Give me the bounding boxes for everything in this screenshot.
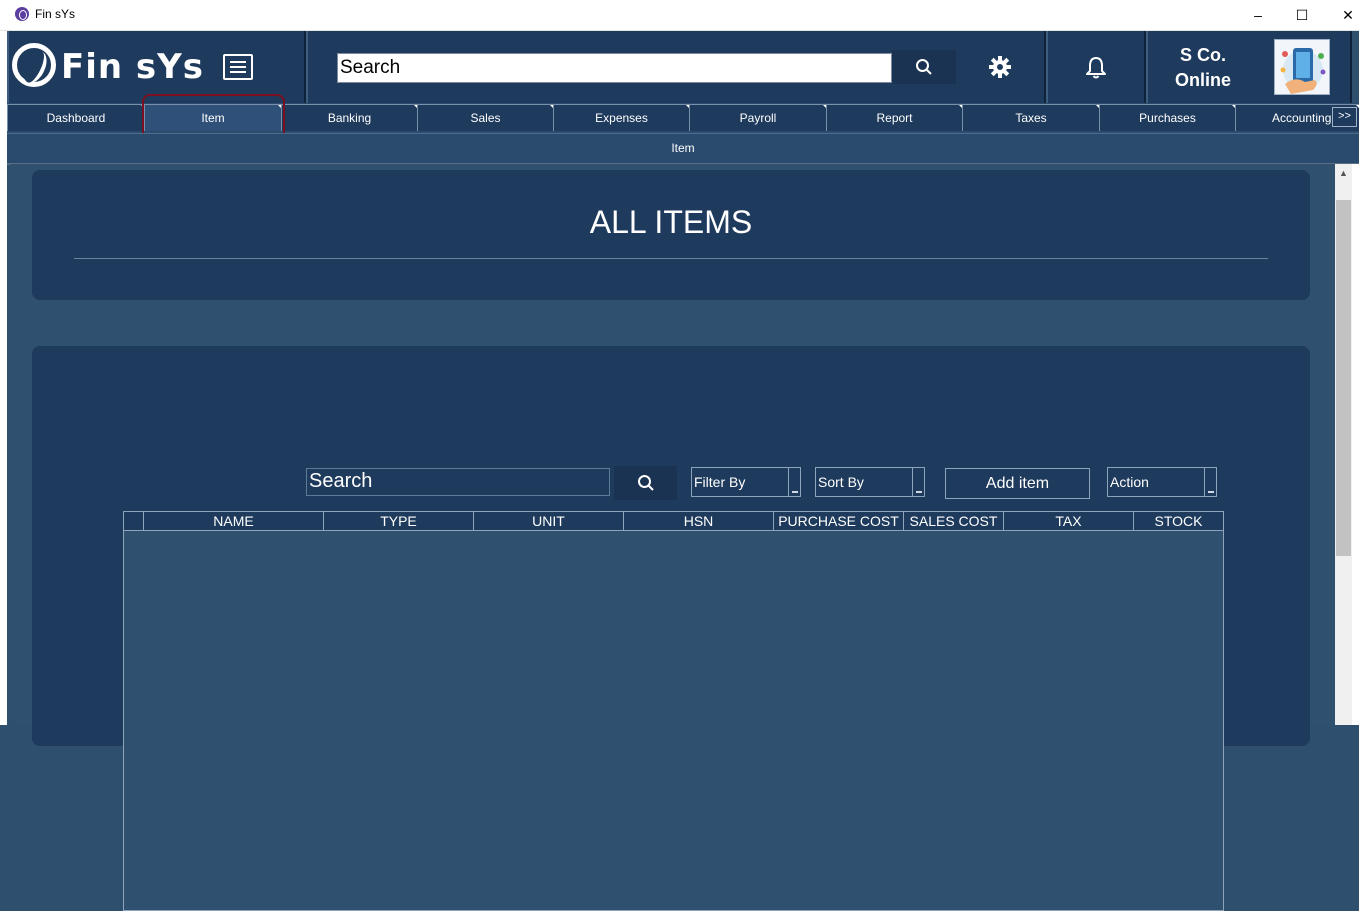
heading-card: ALL ITEMS (32, 170, 1310, 300)
search-icon (916, 59, 932, 75)
window-title: Fin sYs (35, 7, 76, 21)
global-search-button[interactable] (892, 50, 956, 84)
gear-icon[interactable] (988, 55, 1012, 79)
global-search-input[interactable]: Search (337, 53, 892, 83)
tab-expenses[interactable]: Expenses (553, 104, 689, 131)
search-icon (637, 475, 654, 491)
content-area: ALL ITEMS Search Filter By Sort By Add i… (10, 164, 1335, 911)
scroll-up-arrow-icon[interactable]: ▲ (1335, 164, 1352, 181)
item-search-button[interactable] (614, 466, 677, 500)
sort-by-dropdown[interactable]: Sort By (815, 467, 925, 497)
add-item-button[interactable]: Add item (945, 468, 1090, 499)
tab-sales[interactable]: Sales (417, 104, 553, 131)
minimize-button[interactable]: – (1235, 0, 1281, 30)
logo-panel: Fin sYs (7, 31, 306, 103)
item-search-input[interactable]: Search (306, 468, 610, 496)
window-left-edge (0, 31, 7, 725)
column-purchase-cost[interactable]: PURCHASE COST (774, 512, 904, 530)
chevron-down-icon (788, 468, 800, 496)
tab-payroll[interactable]: Payroll (689, 104, 826, 131)
title-divider (74, 258, 1268, 259)
filter-by-dropdown[interactable]: Filter By (691, 467, 801, 497)
fin-sys-logo-icon (12, 43, 56, 87)
scrollbar-thumb[interactable] (1336, 200, 1351, 556)
vertical-scrollbar[interactable]: ▲ (1335, 164, 1352, 725)
column-sales-cost[interactable]: SALES COST (904, 512, 1004, 530)
action-dropdown[interactable]: Action (1107, 467, 1217, 497)
chevron-down-icon (912, 468, 924, 496)
company-status: Online (1174, 70, 1231, 90)
items-card: Search Filter By Sort By Add item Action… (32, 346, 1310, 911)
tab-purchases[interactable]: Purchases (1099, 104, 1235, 131)
tab-banking[interactable]: Banking (281, 104, 417, 131)
maximize-button[interactable]: ☐ (1279, 0, 1325, 30)
window-right-edge (1352, 164, 1359, 725)
column-unit[interactable]: UNIT (474, 512, 624, 530)
avatar-phone-icon (1280, 48, 1326, 94)
row-select-header[interactable] (124, 512, 144, 530)
app-logo-icon (15, 7, 29, 21)
filter-by-label: Filter By (694, 474, 746, 490)
column-hsn[interactable]: HSN (624, 512, 774, 530)
column-type[interactable]: TYPE (324, 512, 474, 530)
table-header: NAME TYPE UNIT HSN PURCHASE COST SALES C… (124, 512, 1223, 531)
breadcrumb: Item (7, 133, 1359, 165)
more-tabs-button[interactable]: >> (1332, 107, 1357, 127)
app-header: Fin sYs Search S Co. Online (7, 31, 1352, 103)
items-table[interactable]: NAME TYPE UNIT HSN PURCHASE COST SALES C… (123, 511, 1224, 911)
column-stock[interactable]: STOCK (1134, 512, 1223, 530)
page-title: ALL ITEMS (589, 204, 753, 240)
tab-taxes[interactable]: Taxes (962, 104, 1099, 131)
tab-report[interactable]: Report (826, 104, 962, 131)
column-name[interactable]: NAME (144, 512, 324, 530)
company-name: S Co. (1179, 45, 1226, 65)
window-titlebar: Fin sYs – ☐ ✕ (0, 0, 1359, 31)
hamburger-menu-button[interactable] (223, 54, 253, 80)
logo-text: Fin sYs (61, 47, 205, 87)
hamburger-icon (230, 61, 246, 63)
column-tax[interactable]: TAX (1004, 512, 1134, 530)
tab-dashboard[interactable]: Dashboard (7, 104, 144, 131)
bell-icon[interactable] (1085, 55, 1107, 79)
close-button[interactable]: ✕ (1325, 0, 1359, 30)
chevron-down-icon (1204, 468, 1216, 496)
action-label: Action (1110, 474, 1149, 490)
user-avatar[interactable] (1274, 39, 1330, 95)
sort-by-label: Sort By (818, 474, 864, 490)
